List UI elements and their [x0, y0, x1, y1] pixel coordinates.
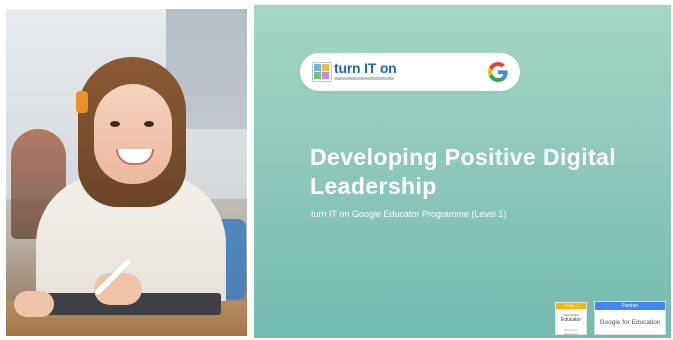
photo-hair-clip	[76, 91, 88, 113]
educator-level: LEVEL 1	[556, 303, 586, 309]
partner-label: Partner	[595, 302, 665, 310]
photo-child-face	[94, 84, 172, 184]
title-slide: turn IT on Developing Positive Digital L…	[254, 5, 671, 338]
partner-badge: Partner Google for Education	[594, 301, 666, 335]
photo-child-eye	[144, 121, 154, 127]
partner-name: Google for Education	[599, 319, 661, 326]
slide-title-line2: Leadership	[310, 173, 437, 199]
educator-footer: Google for Education	[563, 328, 578, 336]
slide-subtitle: turn IT on Google Educator Programme (Le…	[311, 209, 507, 219]
slide-title: Developing Positive Digital Leadership	[310, 143, 660, 201]
educator-badge: LEVEL 1 CERTIFIED Educator Google for Ed…	[555, 302, 587, 336]
photo-child-eye	[110, 121, 120, 127]
classroom-photo	[6, 9, 247, 336]
photo-hand	[14, 291, 54, 317]
google-g-icon	[488, 62, 508, 82]
slide-title-line1: Developing Positive Digital	[310, 144, 617, 170]
brand-tagline-line	[334, 77, 394, 80]
brand-bar: turn IT on	[300, 53, 520, 91]
educator-role: Educator	[560, 317, 581, 323]
brand-name: turn IT on	[334, 60, 397, 76]
turnitOn-logo-icon	[312, 62, 332, 82]
slide-page: turn IT on Developing Positive Digital L…	[0, 0, 673, 340]
